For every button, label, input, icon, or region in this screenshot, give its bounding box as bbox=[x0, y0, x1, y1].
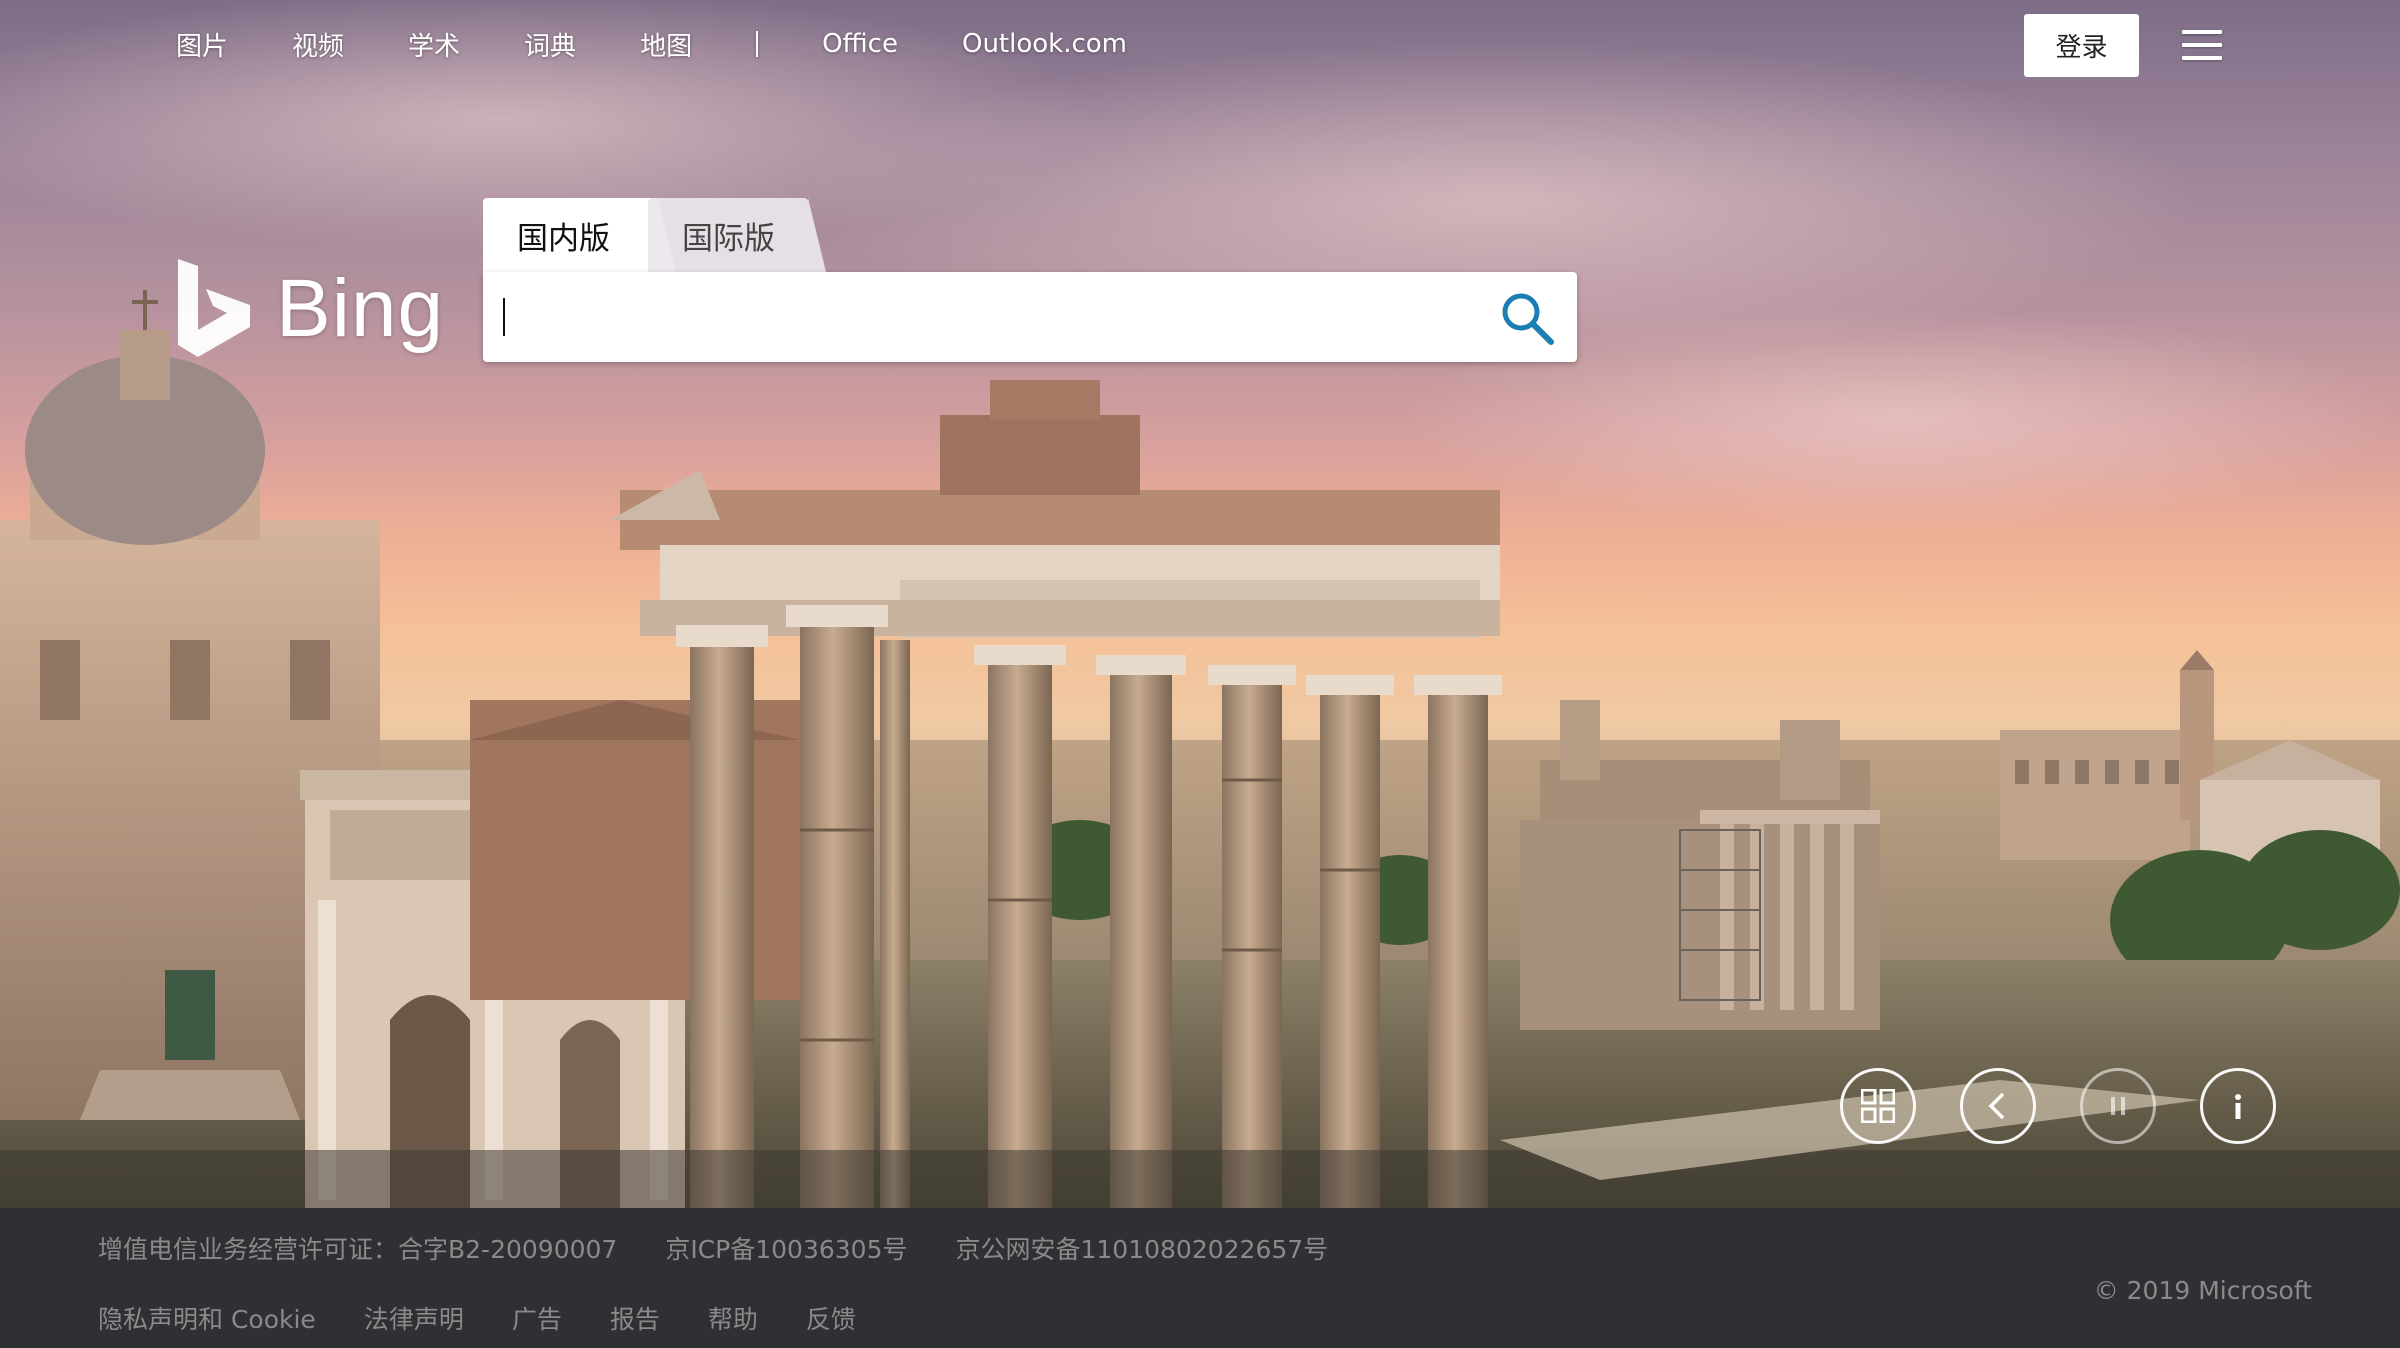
nav-link-maps[interactable]: 地图 bbox=[640, 26, 692, 63]
info-icon[interactable] bbox=[2200, 1068, 2276, 1144]
chevron-left-icon[interactable] bbox=[1960, 1068, 2036, 1144]
nav-link-office[interactable]: Office bbox=[822, 29, 898, 59]
top-nav: 图片 视频 学术 词典 地图 Office Outlook.com bbox=[176, 22, 1191, 66]
nav-link-academic[interactable]: 学术 bbox=[408, 26, 460, 63]
tab-international[interactable]: 国际版 bbox=[648, 198, 826, 272]
bing-homepage: 图片 视频 学术 词典 地图 Office Outlook.com 登录 Bin… bbox=[0, 0, 2400, 1348]
footer-license-icp[interactable]: 京ICP备10036305号 bbox=[665, 1230, 907, 1266]
footer-link-help[interactable]: 帮助 bbox=[708, 1300, 758, 1336]
footer-link-ads[interactable]: 广告 bbox=[512, 1300, 562, 1336]
footer-link-report[interactable]: 报告 bbox=[610, 1300, 660, 1336]
bing-logo-text: Bing bbox=[276, 263, 445, 354]
tab-domestic[interactable]: 国内版 bbox=[483, 198, 676, 272]
nav-separator bbox=[756, 31, 759, 57]
nav-link-dictionary[interactable]: 词典 bbox=[524, 26, 576, 63]
footer-link-feedback[interactable]: 反馈 bbox=[806, 1300, 856, 1336]
bing-logo[interactable]: Bing bbox=[176, 256, 444, 362]
grid-icon[interactable] bbox=[1840, 1068, 1916, 1144]
nav-link-images[interactable]: 图片 bbox=[176, 26, 228, 63]
search-input[interactable] bbox=[503, 286, 1467, 350]
footer-license-telecom[interactable]: 增值电信业务经营许可证：合字B2-20090007 bbox=[98, 1230, 617, 1266]
footer-link-legal[interactable]: 法律声明 bbox=[364, 1300, 464, 1336]
pause-glyph bbox=[2111, 1097, 2125, 1115]
footer-links-row: 隐私声明和 Cookie 法律声明 广告 报告 帮助 反馈 bbox=[98, 1298, 904, 1338]
footer-license-police[interactable]: 京公网安备11010802022657号 bbox=[955, 1230, 1328, 1266]
nav-link-outlook[interactable]: Outlook.com bbox=[962, 29, 1127, 59]
pause-icon[interactable] bbox=[2080, 1068, 2156, 1144]
roman-forum-scene bbox=[0, 0, 2400, 1208]
nav-link-videos[interactable]: 视频 bbox=[292, 26, 344, 63]
footer-link-privacy[interactable]: 隐私声明和 Cookie bbox=[98, 1300, 316, 1336]
info-glyph bbox=[2235, 1094, 2241, 1119]
footer-copyright: © 2019 Microsoft bbox=[2093, 1276, 2312, 1305]
bing-logo-icon bbox=[178, 259, 250, 357]
hero-background-image bbox=[0, 0, 2400, 1208]
search-box bbox=[483, 272, 1577, 362]
hamburger-menu-icon[interactable] bbox=[2182, 28, 2224, 62]
chevron-left-glyph bbox=[1988, 1092, 2005, 1120]
footer-license-row: 增值电信业务经营许可证：合字B2-20090007 京ICP备10036305号… bbox=[98, 1228, 1376, 1268]
grid-icon-glyph bbox=[1861, 1089, 1895, 1123]
footer: 增值电信业务经营许可证：合字B2-20090007 京ICP备10036305号… bbox=[0, 1208, 2400, 1348]
search-icon[interactable] bbox=[1499, 290, 1555, 346]
login-button[interactable]: 登录 bbox=[2024, 14, 2139, 77]
